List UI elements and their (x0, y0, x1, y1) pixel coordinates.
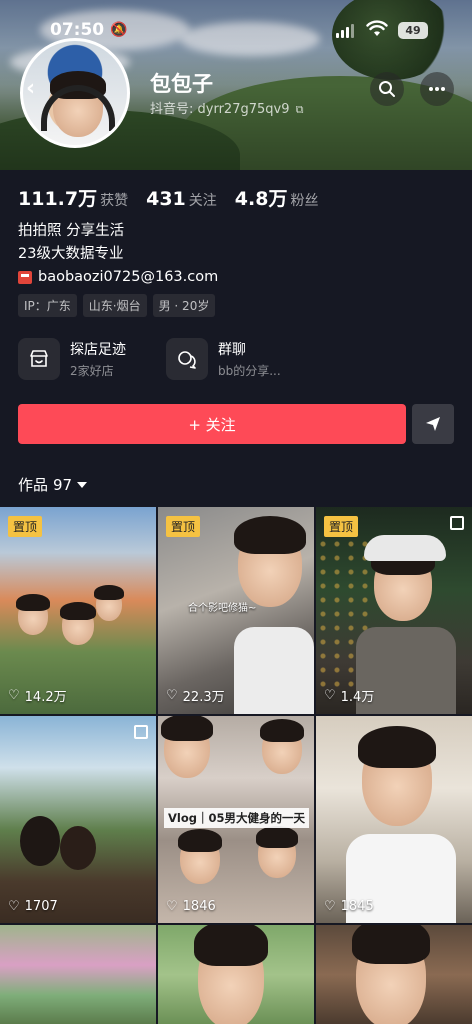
feature-group-chat[interactable]: 群聊 bb的分享... (166, 338, 281, 380)
video-thumbnail[interactable]: 置顶 ♡ 14.2万 (0, 507, 156, 714)
stat-following-label: 关注 (188, 193, 217, 209)
profile-bio: 拍拍照 分享生活 23级大数据专业 baobaozi0725@163.com (18, 220, 218, 289)
feature-store-visits[interactable]: 探店足迹 2家好店 (18, 338, 126, 380)
feature-subtitle: bb的分享... (218, 364, 281, 378)
heart-icon: ♡ (324, 688, 336, 703)
douyin-id-text: 抖音号: dyrr27g75qv9 (150, 102, 290, 117)
stat-followers-label: 粉丝 (290, 193, 319, 209)
caret-down-icon (77, 481, 88, 488)
back-arrow-icon[interactable]: ‹ (26, 76, 35, 101)
like-count: ♡ 1707 (8, 899, 58, 914)
video-grid-partial-row (0, 925, 472, 1024)
like-count: ♡ 22.3万 (166, 686, 225, 705)
battery-indicator: 49 (398, 22, 428, 39)
tag-gender-age: 男 · 20岁 (152, 294, 216, 317)
video-thumbnail[interactable]: 置顶 合个影吧修猫~ ♡ 22.3万 (158, 507, 314, 714)
copy-icon[interactable]: ⧉ (296, 103, 304, 116)
email-row: baobaozi0725@163.com (18, 266, 218, 289)
douyin-id[interactable]: 抖音号: dyrr27g75qv9 ⧉ (150, 98, 303, 117)
profile-stats: 111.7万 获赞 431 关注 4.8万 粉丝 (18, 184, 318, 211)
follow-button[interactable]: + 关注 (18, 404, 406, 444)
video-thumbnail[interactable] (316, 925, 472, 1024)
video-thumbnail[interactable]: 置顶 ♡ 1.4万 (316, 507, 472, 714)
bio-line: 23级大数据专业 (18, 246, 124, 262)
send-icon (426, 417, 440, 431)
heart-icon: ♡ (324, 899, 336, 914)
email-text: baobaozi0725@163.com (38, 269, 219, 285)
like-count-text: 1.4万 (340, 690, 375, 705)
feature-subtitle: 2家好店 (70, 364, 114, 378)
video-thumbnail[interactable]: ♡ 1845 (316, 716, 472, 923)
chat-icon (166, 338, 208, 380)
overlay-text: 合个影吧修猫~ (188, 603, 257, 614)
stat-followers-number: 4.8万 (234, 188, 288, 210)
works-count: 97 (53, 475, 73, 494)
pinned-badge: 置顶 (324, 516, 359, 537)
cellular-signal-icon (336, 24, 354, 38)
mute-bell-icon: 🔕 (110, 22, 128, 38)
stat-likes-label: 获赞 (100, 193, 129, 209)
like-count: ♡ 1845 (324, 899, 374, 914)
like-count-text: 1846 (182, 899, 216, 914)
like-count-text: 22.3万 (182, 690, 225, 705)
like-count: ♡ 1.4万 (324, 686, 374, 705)
like-count: ♡ 1846 (166, 899, 216, 914)
heart-icon: ♡ (8, 688, 20, 703)
wifi-icon (366, 20, 388, 36)
tag-location[interactable]: 山东·烟台 (82, 294, 147, 317)
feature-title: 探店足迹 (70, 342, 126, 358)
stat-likes[interactable]: 111.7万 获赞 (18, 184, 128, 211)
multi-image-icon (134, 725, 148, 739)
multi-image-icon (450, 516, 464, 530)
stat-followers[interactable]: 4.8万 粉丝 (235, 184, 319, 211)
video-thumbnail[interactable] (158, 925, 314, 1024)
feature-title: 群聊 (218, 342, 246, 358)
stat-likes-number: 111.7万 (18, 188, 98, 210)
video-thumbnail[interactable]: ♡ 1707 (0, 716, 156, 923)
tab-works[interactable]: 作品 97 (18, 474, 88, 495)
mailbox-icon (18, 271, 32, 284)
pinned-badge: 置顶 (8, 516, 43, 537)
like-count-text: 1707 (24, 899, 58, 914)
works-label: 作品 (18, 476, 49, 494)
status-time: 07:50 (50, 20, 105, 40)
more-dots-icon (429, 87, 445, 91)
video-thumbnail[interactable]: Vlog｜05男大健身的一天 ♡ 1846 (158, 716, 314, 923)
more-button[interactable] (420, 72, 454, 106)
pinned-badge: 置顶 (166, 516, 201, 537)
search-button[interactable] (370, 72, 404, 106)
heart-icon: ♡ (8, 899, 20, 914)
search-icon (379, 81, 395, 97)
tag-ip: IP：广东 (18, 294, 77, 317)
heart-icon: ♡ (166, 688, 178, 703)
share-button[interactable] (412, 404, 454, 444)
profile-name: 包包子 (150, 72, 213, 96)
like-count-text: 1845 (340, 899, 374, 914)
video-caption: Vlog｜05男大健身的一天 (164, 808, 309, 828)
stat-following[interactable]: 431 关注 (146, 188, 217, 210)
like-count-text: 14.2万 (24, 690, 67, 705)
video-grid: 置顶 ♡ 14.2万 置顶 合个影吧修猫~ ♡ 22.3万 置顶 ♡ 1.4万 (0, 507, 472, 923)
shop-icon (18, 338, 60, 380)
video-thumbnail[interactable] (0, 925, 156, 1024)
heart-icon: ♡ (166, 899, 178, 914)
profile-tags: IP：广东 山东·烟台 男 · 20岁 (18, 294, 216, 317)
avatar[interactable] (20, 38, 130, 148)
like-count: ♡ 14.2万 (8, 686, 67, 705)
stat-following-number: 431 (146, 188, 186, 210)
bio-line: 拍拍照 分享生活 (18, 223, 125, 239)
